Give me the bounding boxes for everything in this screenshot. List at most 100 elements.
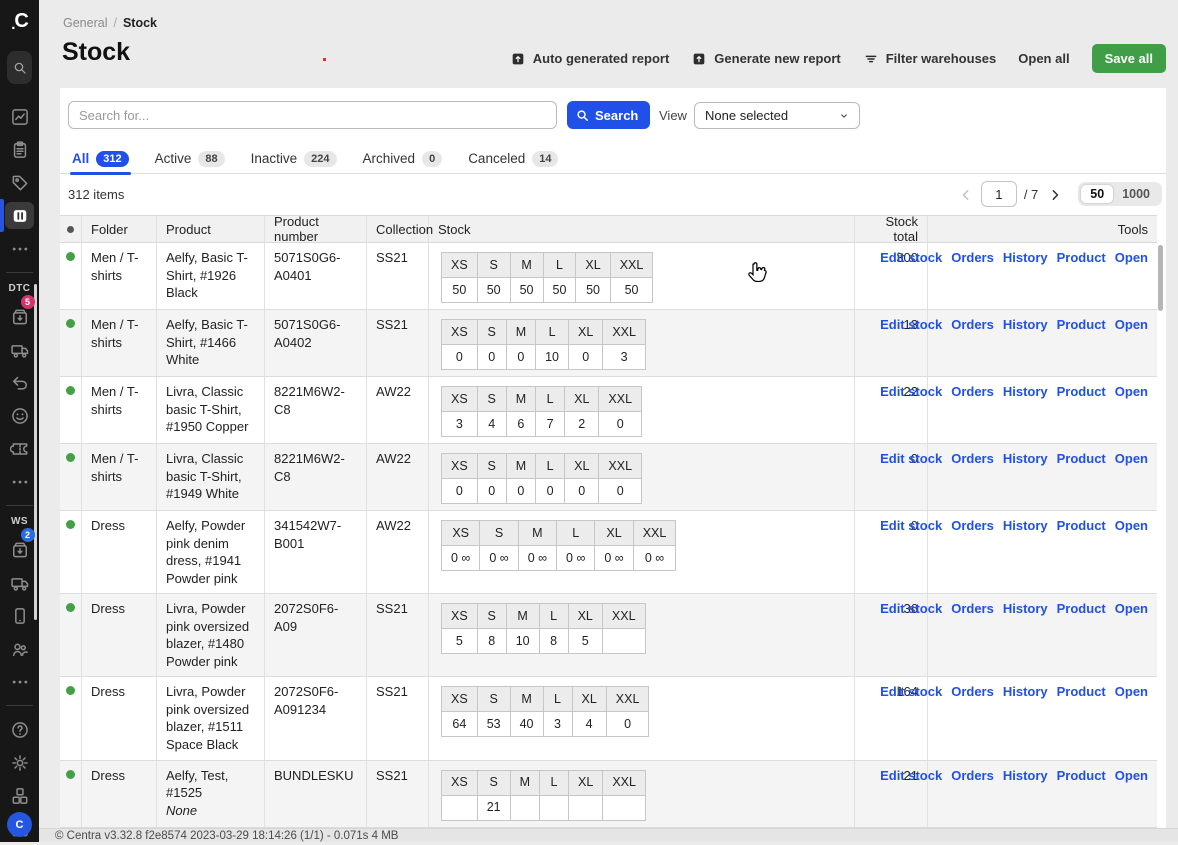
stock-qty-cell[interactable]: 40 (510, 712, 543, 737)
stock-qty-cell[interactable]: 5 (442, 629, 478, 654)
edit-stock-link[interactable]: Edit stock (880, 683, 942, 701)
stock-qty-cell[interactable] (510, 795, 539, 820)
stock-qty-cell[interactable]: 0 (477, 345, 506, 370)
sidebar-item-analytics-icon[interactable] (5, 103, 34, 130)
product-link[interactable]: Product (1057, 767, 1106, 785)
history-link[interactable]: History (1003, 316, 1048, 334)
history-link[interactable]: History (1003, 383, 1048, 401)
edit-stock-link[interactable]: Edit stock (880, 316, 942, 334)
orders-link[interactable]: Orders (951, 683, 994, 701)
stock-qty-cell[interactable]: 0 (599, 412, 642, 437)
product-link[interactable]: Product (1057, 600, 1106, 618)
stock-qty-cell[interactable]: 0 ∞ (518, 546, 556, 571)
stock-qty-cell[interactable] (602, 629, 645, 654)
sidebar-item-more-icon[interactable] (5, 468, 34, 495)
edit-stock-link[interactable]: Edit stock (880, 383, 942, 401)
stock-qty-cell[interactable]: 50 (610, 278, 653, 303)
open-link[interactable]: Open (1115, 683, 1148, 701)
save-all-button[interactable]: Save all (1092, 44, 1166, 73)
stock-qty-cell[interactable] (603, 795, 646, 820)
open-all-button[interactable]: Open all (1018, 51, 1069, 66)
product-link[interactable]: Product (1057, 383, 1106, 401)
sidebar-scrollbar[interactable] (34, 284, 37, 620)
stock-qty-cell[interactable]: 0 (506, 345, 535, 370)
orders-link[interactable]: Orders (951, 600, 994, 618)
stock-qty-cell[interactable]: 0 ∞ (442, 546, 480, 571)
stock-qty-cell[interactable]: 0 ∞ (595, 546, 633, 571)
tab-archived[interactable]: Archived0 (363, 144, 443, 174)
sidebar-item-customers-icon[interactable] (5, 402, 34, 429)
history-link[interactable]: History (1003, 450, 1048, 468)
stock-qty-cell[interactable]: 50 (477, 278, 510, 303)
stock-qty-cell[interactable]: 0 ∞ (557, 546, 595, 571)
orders-link[interactable]: Orders (951, 767, 994, 785)
sidebar-search-button[interactable] (7, 51, 32, 84)
orders-link[interactable]: Orders (951, 517, 994, 535)
product-link[interactable]: Product (1057, 450, 1106, 468)
stock-qty-cell[interactable]: 0 (442, 345, 478, 370)
stock-qty-cell[interactable]: 5 (568, 629, 602, 654)
edit-stock-link[interactable]: Edit stock (880, 767, 942, 785)
sidebar-item-integrations-icon[interactable] (5, 782, 34, 809)
stock-qty-cell[interactable]: 8 (539, 629, 568, 654)
stock-qty-cell[interactable] (569, 795, 603, 820)
edit-stock-link[interactable]: Edit stock (880, 450, 942, 468)
stock-qty-cell[interactable]: 53 (477, 712, 510, 737)
stock-qty-cell[interactable]: 10 (536, 345, 569, 370)
page-size-1000[interactable]: 1000 (1113, 185, 1159, 203)
stock-qty-cell[interactable]: 7 (536, 412, 565, 437)
edit-stock-link[interactable]: Edit stock (880, 517, 942, 535)
orders-link[interactable]: Orders (951, 249, 994, 267)
history-link[interactable]: History (1003, 517, 1048, 535)
search-button[interactable]: Search (567, 101, 650, 129)
sidebar-item-stock-icon[interactable] (5, 202, 34, 229)
stock-qty-cell[interactable]: 2 (565, 412, 599, 437)
filter-warehouses-button[interactable]: Filter warehouses (863, 51, 997, 67)
table-scrollbar[interactable] (1158, 245, 1163, 311)
sidebar-item-vouchers-icon[interactable] (5, 435, 34, 462)
stock-qty-cell[interactable] (540, 795, 569, 820)
sidebar-item-more-icon[interactable] (5, 668, 34, 695)
tab-active[interactable]: Active88 (155, 144, 225, 174)
open-link[interactable]: Open (1115, 450, 1148, 468)
stock-qty-cell[interactable]: 21 (477, 795, 510, 820)
sidebar-item-showroom-icon[interactable] (5, 602, 34, 629)
stock-qty-cell[interactable]: 3 (543, 712, 572, 737)
stock-qty-cell[interactable]: 3 (603, 345, 646, 370)
stock-qty-cell[interactable]: 8 (477, 629, 506, 654)
sidebar-item-returns-icon[interactable] (5, 369, 34, 396)
stock-qty-cell[interactable]: 50 (543, 278, 576, 303)
sidebar-item-shipping-icon[interactable] (5, 569, 34, 596)
sidebar-item-more-icon[interactable] (5, 235, 34, 262)
product-link[interactable]: Product (1057, 316, 1106, 334)
tab-canceled[interactable]: Canceled14 (468, 144, 558, 174)
open-link[interactable]: Open (1115, 517, 1148, 535)
orders-link[interactable]: Orders (951, 316, 994, 334)
sidebar-item-accounts-icon[interactable] (5, 635, 34, 662)
history-link[interactable]: History (1003, 683, 1048, 701)
edit-stock-link[interactable]: Edit stock (880, 249, 942, 267)
product-link[interactable]: Product (1057, 249, 1106, 267)
open-link[interactable]: Open (1115, 316, 1148, 334)
stock-qty-cell[interactable]: 0 (606, 712, 649, 737)
product-link[interactable]: Product (1057, 517, 1106, 535)
stock-qty-cell[interactable]: 0 (565, 479, 599, 504)
edit-stock-link[interactable]: Edit stock (880, 600, 942, 618)
page-size-50[interactable]: 50 (1081, 185, 1113, 203)
sidebar-item-products-icon[interactable] (5, 169, 34, 196)
stock-qty-cell[interactable]: 0 (599, 479, 642, 504)
stock-qty-cell[interactable]: 50 (442, 278, 478, 303)
stock-qty-cell[interactable]: 0 (477, 479, 506, 504)
orders-link[interactable]: Orders (951, 450, 994, 468)
auto-generated-report-button[interactable]: Auto generated report (510, 51, 670, 67)
stock-qty-cell[interactable]: 0 (569, 345, 603, 370)
stock-qty-cell[interactable]: 4 (477, 412, 506, 437)
stock-qty-cell[interactable]: 0 ∞ (633, 546, 676, 571)
page-number-input[interactable] (981, 181, 1017, 207)
tab-all[interactable]: All312 (72, 144, 129, 174)
history-link[interactable]: History (1003, 249, 1048, 267)
tab-inactive[interactable]: Inactive224 (251, 144, 337, 174)
history-link[interactable]: History (1003, 600, 1048, 618)
stock-qty-cell[interactable]: 0 (506, 479, 535, 504)
open-link[interactable]: Open (1115, 383, 1148, 401)
